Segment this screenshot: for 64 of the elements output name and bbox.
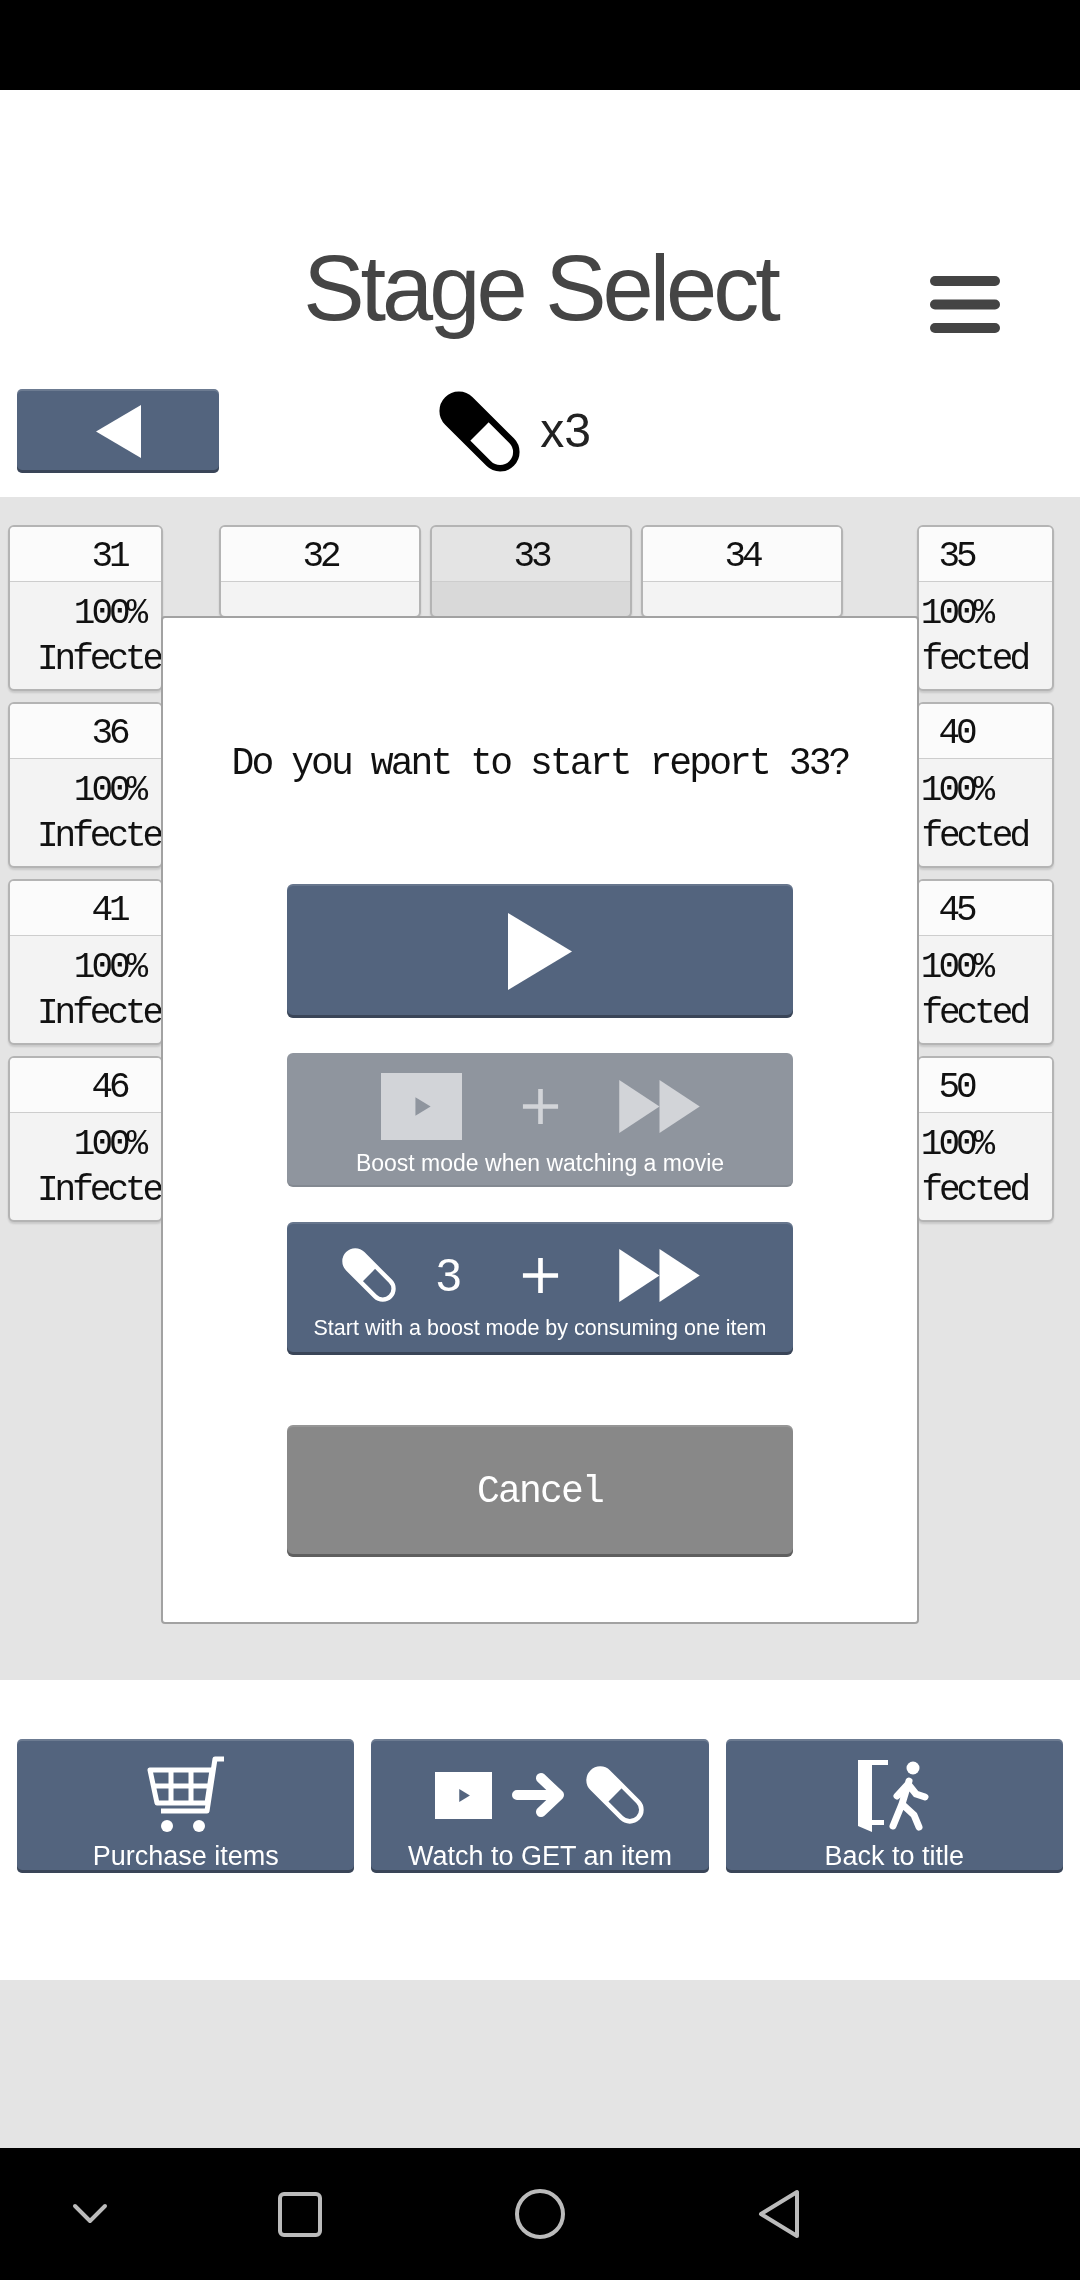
dialog-message: Do you want to start report 33? [231,744,849,784]
stage-number: 35 [938,535,974,579]
plus-icon [521,1088,559,1125]
infection-status: Infecte [37,638,161,682]
stage-number: 41 [91,889,127,933]
stage-number: 34 [724,535,760,579]
stage-number: 50 [938,1066,974,1110]
infection-percent: 100% [920,946,992,990]
stage-number: 32 [302,535,338,579]
stage-number: 46 [91,1066,127,1110]
infection-percent: 100% [73,592,145,636]
film-icon [380,1073,462,1140]
purchase-items-button[interactable]: Purchase items [17,1739,355,1873]
film-icon [435,1771,493,1819]
stage-tile[interactable]: 50 100% fected [917,1056,1054,1222]
infection-percent: 100% [73,1123,145,1167]
stage-tile[interactable]: 34 [641,525,843,618]
stage-number: 31 [91,535,127,579]
infection-status: fected [921,992,1027,1036]
item-count: x3 [540,407,591,455]
infection-percent: 100% [73,946,145,990]
stage-number: 33 [513,535,549,579]
stage-tile[interactable]: 32 [219,525,421,618]
square-icon[interactable] [278,2191,322,2237]
item-boost-button[interactable]: 3 Start with a boost mode by consuming one item [287,1222,793,1355]
back-button[interactable] [17,389,219,473]
infection-status: fected [921,1169,1027,1213]
menu-icon[interactable] [930,276,1000,333]
pill-icon [341,1248,396,1302]
back-to-title-button[interactable]: Back to title [725,1739,1063,1873]
fast-forward-icon [618,1080,700,1133]
stage-tile[interactable]: 45 100% fected [917,879,1054,1045]
infection-percent: 100% [73,769,145,813]
pill-icon [586,1766,645,1824]
stage-tile[interactable]: 40 100% fected [917,702,1054,868]
infection-percent: 100% [920,769,992,813]
cart-icon [145,1755,226,1835]
chevron-down-icon[interactable] [72,2203,108,2225]
infection-status: Infecte [37,1169,161,1213]
pill-icon [439,390,521,472]
stage-number: 40 [938,712,974,756]
infection-percent: 100% [920,1123,992,1167]
stage-tile[interactable]: 46 100% Infecte [8,1056,163,1222]
stage-tile[interactable]: 31 100% Infecte [8,525,163,691]
play-icon [508,912,572,990]
left-triangle-icon [95,404,141,458]
stage-tile[interactable]: 33 [430,525,632,618]
stage-number: 45 [938,889,974,933]
stage-tile[interactable]: 41 100% Infecte [8,879,163,1045]
stage-tile[interactable]: 35 100% fected [917,525,1054,691]
cancel-button[interactable]: Cancel [287,1425,793,1557]
stage-tile[interactable]: 36 100% Infecte [8,702,163,868]
stage-number: 36 [91,712,127,756]
play-button[interactable] [287,884,793,1018]
triangle-icon[interactable] [758,2189,800,2239]
infection-status: Infecte [37,815,161,859]
infection-percent: 100% [920,592,992,636]
infection-status: fected [921,638,1027,682]
plus-icon [521,1256,559,1294]
circle-icon[interactable] [515,2189,565,2239]
infection-status: Infecte [37,992,161,1036]
infection-status: fected [921,815,1027,859]
fast-forward-icon [618,1248,700,1302]
watch-video-button[interactable]: Watch to GET an item [371,1739,709,1873]
